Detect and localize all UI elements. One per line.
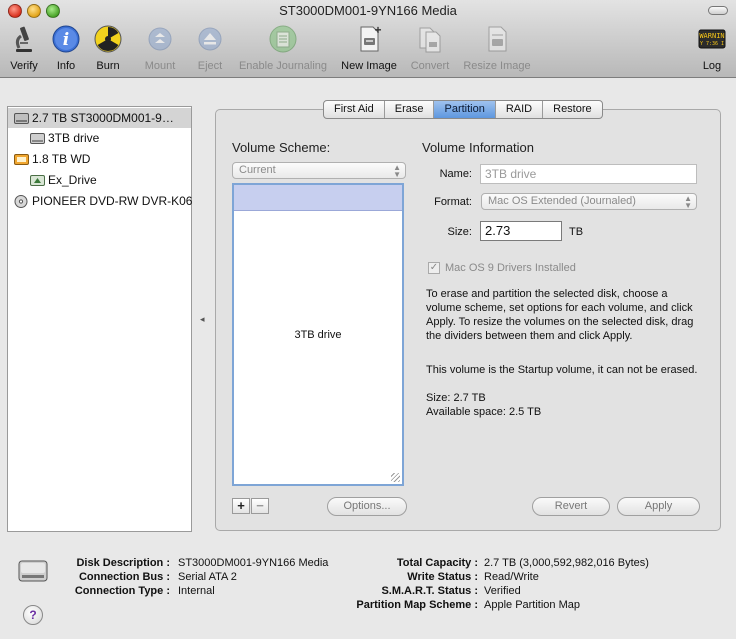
disk-utility-window: ST3000DM001-9YN166 Media Verify i Info B… bbox=[0, 0, 736, 639]
write-status-label: Write Status : bbox=[407, 571, 478, 583]
revert-button[interactable]: Revert bbox=[532, 497, 610, 516]
svg-text:i: i bbox=[63, 30, 69, 50]
remove-volume-button[interactable]: − bbox=[251, 498, 269, 514]
svg-text:+: + bbox=[374, 24, 381, 37]
size-unit: TB bbox=[569, 226, 584, 238]
volume-size-line: Size: 2.7 TB bbox=[426, 392, 486, 404]
os9-drivers-checkbox[interactable]: ✓ bbox=[428, 262, 440, 274]
connection-type-value: Internal bbox=[178, 585, 215, 597]
info-button[interactable]: i Info bbox=[50, 24, 82, 74]
microscope-icon bbox=[9, 24, 39, 54]
volume-scheme-map[interactable]: 3TB drive bbox=[232, 183, 404, 486]
sidebar-item-optical-drive[interactable]: PIONEER DVD-RW DVR-K06 bbox=[8, 191, 192, 211]
popup-arrows-icon: ▲ ▼ bbox=[393, 163, 401, 179]
tab-bar: First Aid Erase Partition RAID Restore bbox=[323, 100, 603, 119]
footer-disk-icon bbox=[17, 555, 49, 590]
total-capacity-value: 2.7 TB (3,000,592,982,016 Bytes) bbox=[484, 557, 649, 569]
help-button[interactable]: ? bbox=[23, 605, 43, 625]
add-volume-button[interactable]: + bbox=[232, 498, 250, 514]
external-disk-icon bbox=[14, 152, 29, 165]
new-image-button[interactable]: + New Image bbox=[339, 23, 399, 74]
eject-icon bbox=[195, 24, 225, 54]
tab-partition[interactable]: Partition bbox=[434, 101, 496, 118]
apply-button[interactable]: Apply bbox=[617, 497, 700, 516]
total-capacity-label: Total Capacity : bbox=[396, 557, 478, 569]
startup-volume-note: This volume is the Startup volume, it ca… bbox=[426, 364, 698, 376]
os9-drivers-label: Mac OS 9 Drivers Installed bbox=[445, 262, 576, 274]
window-title: ST3000DM001-9YN166 Media bbox=[279, 3, 457, 18]
convert-icon bbox=[415, 24, 445, 54]
disk-description-value: ST3000DM001-9YN166 Media bbox=[178, 557, 329, 569]
mount-icon bbox=[145, 24, 175, 54]
resize-image-button[interactable]: Resize Image bbox=[460, 24, 534, 74]
volume-name-field[interactable]: 3TB drive bbox=[480, 164, 697, 184]
resize-grip-icon[interactable] bbox=[391, 473, 400, 482]
disk-description-label: Disk Description : bbox=[76, 557, 170, 569]
new-image-icon: + bbox=[354, 23, 384, 54]
sidebar-item-disk-wd[interactable]: 1.8 TB WD bbox=[8, 149, 191, 169]
smart-status-label: S.M.A.R.T. Status : bbox=[381, 585, 478, 597]
tab-erase[interactable]: Erase bbox=[385, 101, 435, 118]
journal-icon bbox=[268, 24, 298, 54]
tab-first-aid[interactable]: First Aid bbox=[324, 101, 385, 118]
toolbar-toggle-button[interactable] bbox=[708, 6, 728, 15]
convert-button[interactable]: Convert bbox=[407, 24, 453, 74]
smart-status-value: Verified bbox=[484, 585, 521, 597]
internal-disk-icon bbox=[14, 111, 29, 124]
popup-arrows-icon: ▲ ▼ bbox=[684, 194, 692, 210]
connection-bus-value: Serial ATA 2 bbox=[178, 571, 237, 583]
format-label: Format: bbox=[434, 196, 472, 208]
eject-button[interactable]: Eject bbox=[193, 24, 227, 74]
sidebar-item-volume-3tb[interactable]: 3TB drive bbox=[8, 128, 191, 148]
tab-raid[interactable]: RAID bbox=[496, 101, 544, 118]
volume-icon bbox=[30, 131, 45, 144]
volume-size-field[interactable]: 2.73 bbox=[480, 221, 562, 241]
connection-bus-label: Connection Bus : bbox=[78, 571, 170, 583]
sidebar-item-volume-ex-drive[interactable]: Ex_Drive bbox=[8, 170, 191, 190]
title-toolbar: ST3000DM001-9YN166 Media Verify i Info B… bbox=[0, 0, 736, 78]
resize-image-icon bbox=[482, 24, 512, 54]
optical-drive-icon bbox=[14, 194, 29, 208]
options-button[interactable]: Options... bbox=[327, 497, 407, 516]
partition-map-scheme-value: Apple Partition Map bbox=[484, 599, 580, 611]
log-console-icon: WARNIN Y 7:36 I bbox=[697, 24, 727, 54]
connection-type-label: Connection Type : bbox=[74, 585, 170, 597]
sidebar-item-disk-st3000[interactable]: 2.7 TB ST3000DM001-9… bbox=[8, 108, 191, 128]
write-status-value: Read/Write bbox=[484, 571, 539, 583]
volume-information-title: Volume Information bbox=[422, 140, 535, 155]
log-button[interactable]: WARNIN Y 7:36 I Log bbox=[694, 24, 730, 74]
partition-map-scheme-label: Partition Map Scheme : bbox=[356, 599, 478, 611]
split-view-divider[interactable]: ◂ bbox=[200, 314, 205, 325]
volume-scheme-select[interactable]: Current ▲ ▼ bbox=[232, 162, 406, 179]
volume-scheme-selected-band[interactable] bbox=[234, 185, 402, 211]
burn-radiation-icon bbox=[93, 24, 123, 54]
mount-button[interactable]: Mount bbox=[140, 24, 180, 74]
partition-instructions: To erase and partition the selected disk… bbox=[426, 288, 694, 342]
svg-text:Y 7:36 I: Y 7:36 I bbox=[700, 41, 724, 47]
size-label: Size: bbox=[447, 226, 472, 238]
enable-journaling-button[interactable]: Enable Journaling bbox=[236, 24, 330, 74]
available-space-line: Available space: 2.5 TB bbox=[426, 406, 542, 418]
burn-button[interactable]: Burn bbox=[92, 24, 124, 74]
external-volume-icon bbox=[30, 173, 45, 186]
verify-button[interactable]: Verify bbox=[4, 24, 44, 74]
volume-scheme-title: Volume Scheme: bbox=[232, 140, 331, 155]
tab-restore[interactable]: Restore bbox=[543, 101, 602, 118]
info-icon: i bbox=[51, 24, 81, 54]
disk-list-sidebar[interactable]: 2.7 TB ST3000DM001-9… 3TB drive 1.8 TB W… bbox=[7, 106, 192, 532]
svg-text:WARNIN: WARNIN bbox=[699, 32, 724, 40]
format-select[interactable]: Mac OS Extended (Journaled) ▲ ▼ bbox=[481, 193, 697, 210]
name-label: Name: bbox=[439, 168, 472, 180]
volume-scheme-volume-label: 3TB drive bbox=[294, 329, 342, 341]
